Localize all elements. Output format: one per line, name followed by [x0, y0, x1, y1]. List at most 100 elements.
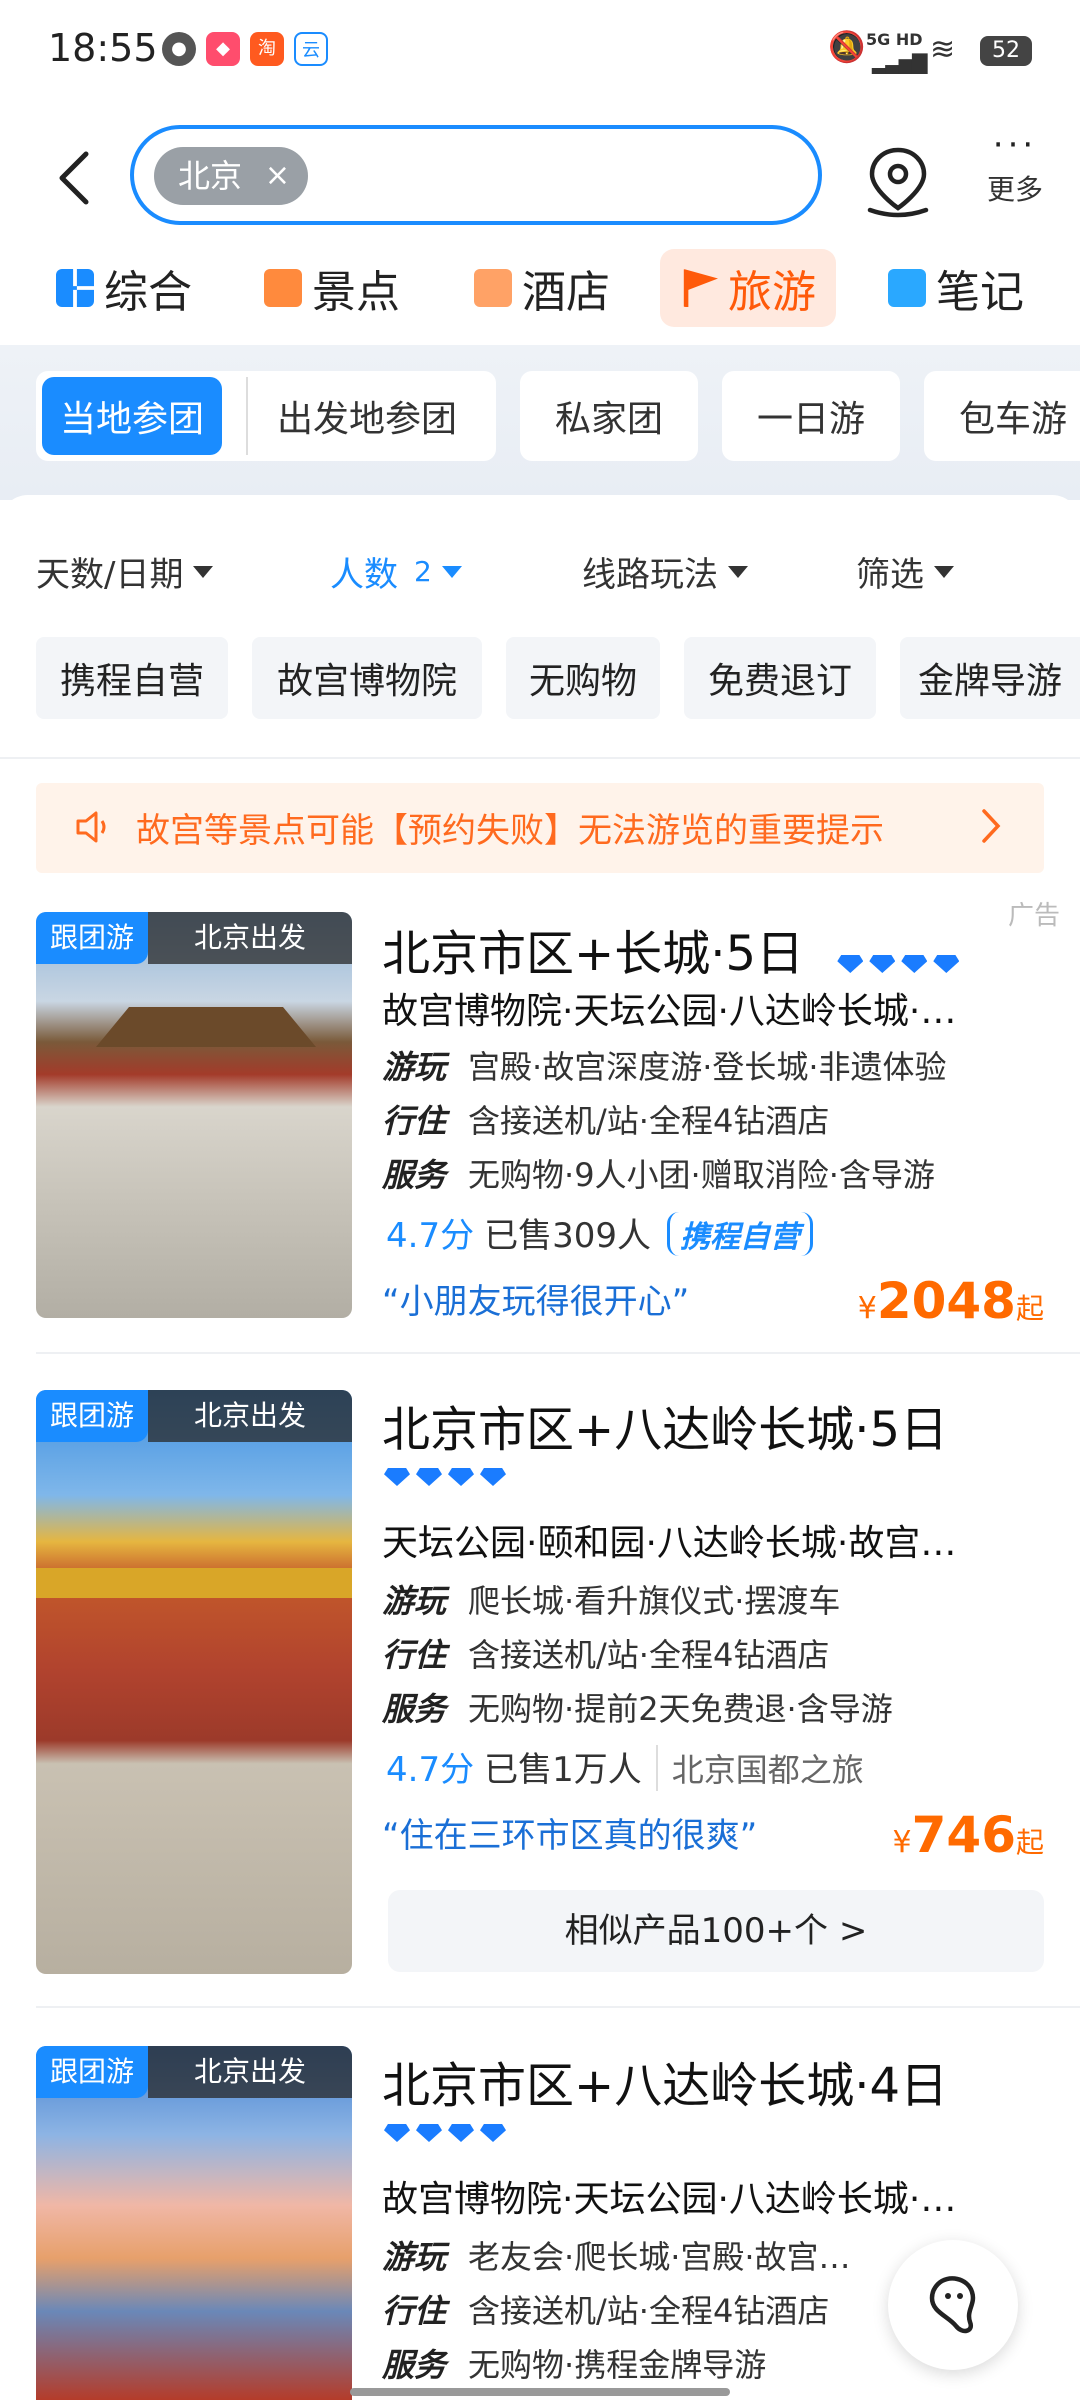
- product-score: 4.7分 已售1万人 北京国都之旅: [386, 1742, 864, 1791]
- tour-type-badge: 跟团游: [36, 1390, 148, 1442]
- tab-hotels[interactable]: 酒店: [474, 249, 610, 327]
- subtab-local-group[interactable]: 当地参团: [42, 377, 222, 455]
- product-card[interactable]: 跟团游 北京出发 北京市区+八达岭长城·5日 天坛公园·颐和园·八达岭长城·故宫…: [0, 1390, 1080, 2000]
- more-dots-icon: ···: [992, 125, 1038, 165]
- filter-route[interactable]: 线路玩法: [582, 547, 748, 596]
- more-label: 更多: [986, 173, 1043, 206]
- row-key: 服务: [382, 1156, 447, 1194]
- search-chip-label: 北京: [178, 157, 243, 195]
- product-image: 跟团游 北京出发: [36, 2046, 352, 2400]
- product-price: ¥2048起: [858, 1272, 1044, 1330]
- row-key: 行住: [382, 1636, 447, 1674]
- product-play: 游玩 宫殿·故宫深度游·登长城·非遗体验: [382, 1042, 947, 1088]
- tag-free-cancel[interactable]: 免费退订: [684, 637, 876, 719]
- ticket-icon: [264, 269, 302, 307]
- row-key: 游玩: [382, 1582, 447, 1620]
- product-service: 服务 无购物·提前2天免费退·含导游: [382, 1684, 893, 1730]
- filter-days[interactable]: 天数/日期: [36, 547, 214, 596]
- filter-people[interactable]: 人数 2: [330, 547, 462, 596]
- departure-badge: 北京出发: [148, 1390, 352, 1442]
- more-button[interactable]: ··· 更多: [980, 125, 1050, 220]
- home-indicator[interactable]: [350, 2388, 730, 2396]
- price-value: 2048: [876, 1272, 1016, 1330]
- tour-type-tabs: 当地参团 出发地参团 私家团 一日游 包车游: [0, 345, 1080, 500]
- status-bar: 18:55 ● ◆ 淘 云 🔕 5G HD ▂▃▅▇ ≋ 52: [0, 0, 1080, 100]
- departure-badge: 北京出发: [148, 2046, 352, 2098]
- filter-people-label: 人数: [330, 555, 398, 595]
- tab-comprehensive[interactable]: 综合: [56, 249, 192, 327]
- tag-palace-museum[interactable]: 故宫博物院: [252, 637, 482, 719]
- price-unit: 起: [1015, 1292, 1044, 1325]
- tab-travel[interactable]: 旅游: [660, 249, 836, 327]
- subtab-day-tour[interactable]: 一日游: [722, 371, 900, 461]
- tab-notes[interactable]: 笔记: [888, 249, 1024, 327]
- roof-shape: [36, 1568, 352, 1598]
- similar-products-button[interactable]: 相似产品100+个 >: [388, 1890, 1044, 1972]
- diamond-icon: [416, 2124, 442, 2142]
- chat-assistant-icon: [929, 2276, 976, 2334]
- app-notification-icon: ◆: [206, 32, 240, 66]
- grid-icon: [56, 269, 94, 307]
- mute-icon: 🔕: [828, 30, 866, 65]
- people-count: 2: [414, 555, 432, 588]
- product-image: 跟团游 北京出发: [36, 1390, 352, 1974]
- diamond-icon: [869, 955, 896, 973]
- filter-more[interactable]: 筛选: [856, 547, 954, 596]
- product-service: 服务 无购物·携程金牌导游: [382, 2340, 766, 2386]
- subtab-charter-car[interactable]: 包车游: [924, 371, 1080, 461]
- chip-close-icon[interactable]: ×: [265, 147, 290, 205]
- search-keyword-chip[interactable]: 北京 ×: [154, 147, 308, 205]
- sold-count: 已售1万人: [484, 1750, 642, 1790]
- row-value: 爬长城·看升旗仪式·摆渡车: [468, 1582, 841, 1620]
- notebook-icon: [888, 269, 926, 307]
- self-operated-badge: 携程自营: [666, 1212, 813, 1256]
- product-play: 游玩 老友会·爬长城·宫殿·故宫…: [382, 2232, 851, 2278]
- diamond-icon: [448, 2124, 474, 2142]
- tour-type-badge: 跟团游: [36, 2046, 148, 2098]
- tag-no-shopping[interactable]: 无购物: [506, 637, 660, 719]
- location-pin-icon[interactable]: [862, 144, 934, 220]
- caret-down-icon: [441, 565, 462, 578]
- notice-banner[interactable]: 故宫等景点可能【预约失败】无法游览的重要提示: [36, 783, 1044, 873]
- product-title: 北京市区+八达岭长城·5日: [382, 1402, 949, 1458]
- row-key: 行住: [382, 2292, 447, 2330]
- back-arrow-icon[interactable]: [48, 148, 108, 208]
- tag-gold-guide[interactable]: 金牌导游: [900, 637, 1080, 719]
- product-score: 4.7分 已售309人 携程自营: [386, 1208, 813, 1257]
- product-title: 北京市区+八达岭长城·4日: [382, 2058, 949, 2114]
- diamond-rating: [384, 2124, 512, 2146]
- diamond-icon: [480, 1468, 506, 1486]
- diamond-rating: [384, 1468, 512, 1490]
- row-value: 宫殿·故宫深度游·登长城·非遗体验: [468, 1048, 947, 1086]
- search-input[interactable]: 北京 ×: [130, 125, 822, 225]
- product-image: 跟团游 北京出发: [36, 912, 352, 1318]
- wechat-icon: ●: [162, 32, 196, 66]
- filter-route-label: 线路玩法: [582, 555, 718, 595]
- subtab-private-group[interactable]: 私家团: [520, 371, 698, 461]
- tab-label: 综合: [104, 267, 192, 318]
- diamond-icon: [384, 2124, 410, 2142]
- tab-label: 旅游: [728, 267, 816, 318]
- signal-icon: ▂▃▅▇: [872, 50, 928, 74]
- cloud-app-icon: 云: [294, 32, 328, 66]
- product-stay: 行住 含接送机/站·全程4钻酒店: [382, 1630, 829, 1676]
- row-value: 含接送机/站·全程4钻酒店: [468, 2292, 830, 2330]
- row-key: 服务: [382, 1690, 447, 1728]
- taobao-icon: 淘: [250, 32, 284, 66]
- product-play: 游玩 爬长城·看升旗仪式·摆渡车: [382, 1576, 840, 1622]
- diamond-icon: [837, 955, 864, 973]
- tag-ctrip-self-operated[interactable]: 携程自营: [36, 637, 228, 719]
- row-value: 含接送机/站·全程4钻酒店: [468, 1636, 830, 1674]
- caret-down-icon: [193, 565, 214, 578]
- notice-text: 故宫等景点可能【预约失败】无法游览的重要提示: [136, 811, 884, 851]
- assistant-fab[interactable]: [888, 2240, 1018, 2370]
- product-card[interactable]: 跟团游 北京出发 北京市区+长城·5日 故宫博物院·天坛公园·八达岭长城·… 游…: [0, 912, 1080, 1352]
- subtab-departure-group[interactable]: 出发地参团: [246, 377, 486, 455]
- tab-attractions[interactable]: 景点: [264, 249, 400, 327]
- speaker-icon: [76, 811, 106, 843]
- product-sights: 故宫博物院·天坛公园·八达岭长城·…: [382, 991, 957, 1032]
- filter-days-label: 天数/日期: [36, 555, 184, 595]
- diamond-icon: [901, 955, 928, 973]
- row-value: 含接送机/站·全程4钻酒店: [468, 1102, 830, 1140]
- search-header: 北京 × ··· 更多: [0, 100, 1080, 240]
